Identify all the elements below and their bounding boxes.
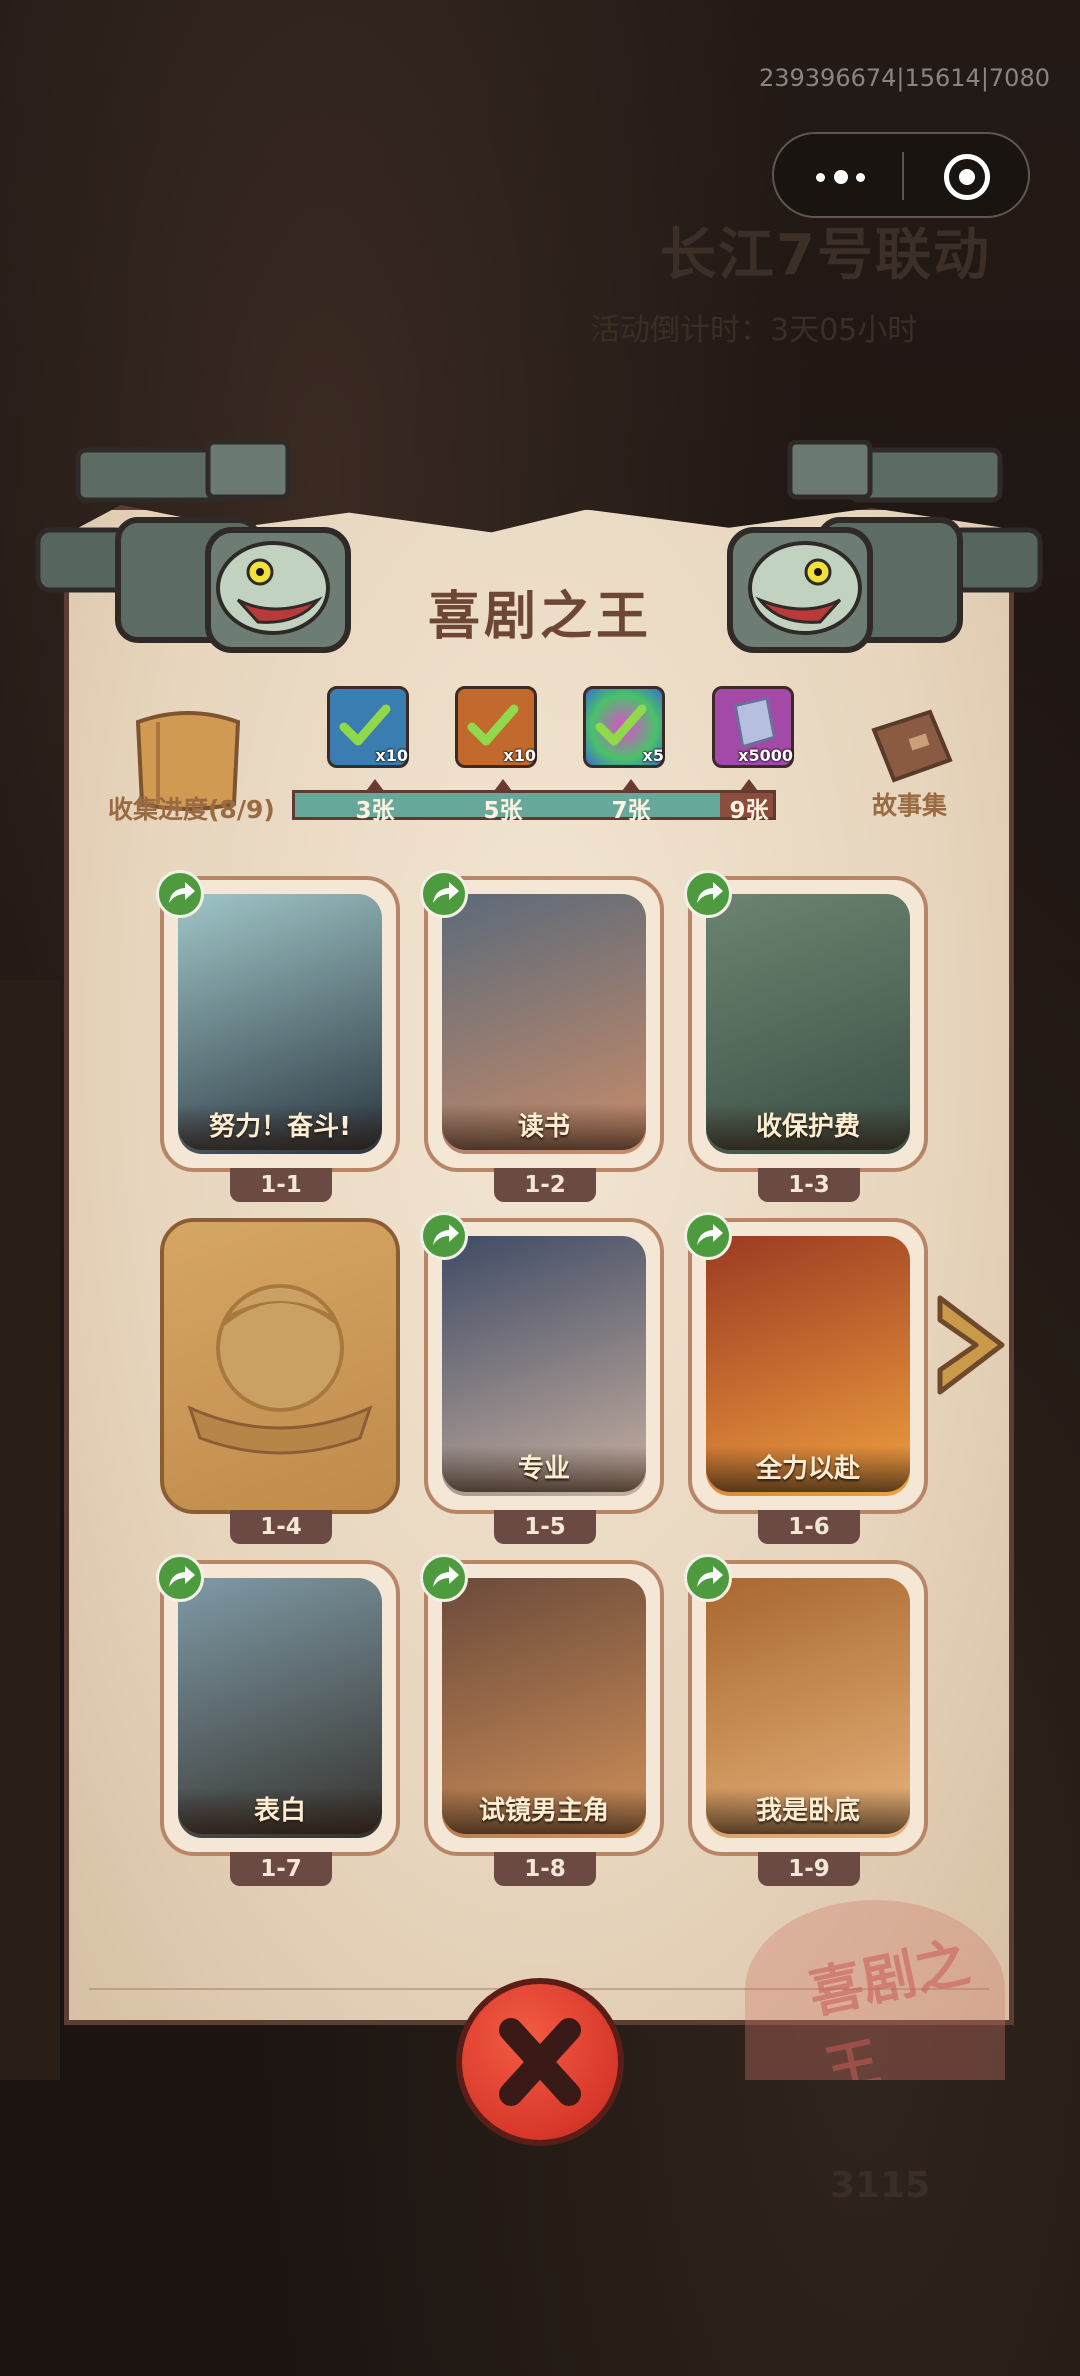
more-dots-icon[interactable]: [812, 158, 872, 194]
story-card[interactable]: 全力以赴 1-6: [684, 1212, 928, 1548]
card-number: 1-1: [230, 1168, 332, 1202]
story-card[interactable]: 读书 1-2: [420, 870, 664, 1206]
card-title: 读书: [442, 1104, 646, 1150]
story-card[interactable]: 我是卧底 1-9: [684, 1554, 928, 1890]
seal-stamp: 喜剧之王: [745, 1900, 1005, 2080]
card-number: 1-7: [230, 1852, 332, 1886]
story-book-icon[interactable]: [860, 700, 960, 800]
story-card[interactable]: 试镜男主角 1-8: [420, 1554, 664, 1890]
card-number: 1-5: [494, 1510, 596, 1544]
debug-id-text: 239396674|15614|7080: [758, 64, 1050, 92]
card-frame: 专业: [424, 1218, 664, 1514]
chevron-right-icon[interactable]: [932, 1290, 1012, 1400]
milestone-label: 7张: [611, 798, 651, 824]
reward-quantity: x10: [503, 746, 536, 765]
milestone-label: 5张: [483, 798, 523, 824]
card-frame: 读书: [424, 876, 664, 1172]
close-x-icon: [499, 2018, 581, 2106]
story-collection-label[interactable]: 故事集: [872, 786, 947, 822]
checkmark-icon: [467, 704, 519, 746]
miniprogram-capsule: [772, 132, 1030, 218]
card-number: 1-2: [494, 1168, 596, 1202]
card-number: 1-4: [230, 1510, 332, 1544]
milestone-label: 3张: [355, 798, 395, 824]
story-card[interactable]: 表白 1-7: [156, 1554, 400, 1890]
card-number: 1-6: [758, 1510, 860, 1544]
share-arrow-icon[interactable]: [684, 870, 732, 918]
share-arrow-icon[interactable]: [684, 1554, 732, 1602]
reward-crystal[interactable]: x5000: [712, 686, 794, 768]
milestone-marker: [494, 779, 512, 791]
card-number: 1-9: [758, 1852, 860, 1886]
card-title: 专业: [442, 1446, 646, 1492]
story-card[interactable]: 努力！奋斗! 1-1: [156, 870, 400, 1206]
reward-orange-chest[interactable]: x10: [455, 686, 537, 768]
card-number: 1-8: [494, 1852, 596, 1886]
story-card[interactable]: 专业 1-5: [420, 1212, 664, 1548]
milestone-marker: [366, 779, 384, 791]
share-arrow-icon[interactable]: [156, 1554, 204, 1602]
share-arrow-icon[interactable]: [420, 870, 468, 918]
story-card[interactable]: 收保护费 1-3: [684, 870, 928, 1206]
card-frame: [160, 1218, 400, 1514]
capsule-divider: [902, 152, 904, 200]
card-frame: 收保护费: [688, 876, 928, 1172]
share-arrow-icon[interactable]: [420, 1212, 468, 1260]
story-card[interactable]: 1-4: [160, 1218, 400, 1548]
card-title: 试镜男主角: [442, 1788, 646, 1834]
card-title: 努力！奋斗!: [178, 1104, 382, 1150]
checkmark-icon: [595, 704, 647, 746]
background-event-countdown: 活动倒计时：3天05小时: [590, 313, 918, 348]
card-title: 收保护费: [706, 1104, 910, 1150]
target-close-icon[interactable]: [944, 154, 990, 200]
card-title: 全力以赴: [706, 1446, 910, 1492]
collection-progress-label: 收集进度(8/9): [108, 795, 275, 824]
reward-quantity: x5000: [738, 746, 793, 765]
card-frame: 我是卧底: [688, 1560, 928, 1856]
dialog-title: 喜剧之王: [427, 586, 652, 647]
milestone-marker: [622, 779, 640, 791]
card-frame: 努力！奋斗!: [160, 876, 400, 1172]
collection-progress-bar: 3张 5张 7张 9张: [292, 779, 776, 824]
locked-card-silhouette-icon: [187, 1284, 373, 1455]
reward-blue-crate[interactable]: x10: [327, 686, 409, 768]
reward-quantity: x5: [642, 746, 664, 765]
card-frame: 试镜男主角: [424, 1560, 664, 1856]
milestone-marker: [740, 779, 758, 791]
card-frame: 全力以赴: [688, 1218, 928, 1514]
card-frame: 表白: [160, 1560, 400, 1856]
share-arrow-icon[interactable]: [684, 1212, 732, 1260]
card-title: 我是卧底: [706, 1788, 910, 1834]
seal-stamp-text: 喜剧之王: [803, 1930, 975, 2080]
share-arrow-icon[interactable]: [420, 1554, 468, 1602]
close-button[interactable]: [456, 1978, 624, 2146]
background-score: 3115: [830, 2165, 931, 2206]
background-event-title: 长江7号联动: [660, 223, 991, 288]
card-number: 1-3: [758, 1168, 860, 1202]
background-shelf: [0, 980, 60, 2080]
share-arrow-icon[interactable]: [156, 870, 204, 918]
card-title: 表白: [178, 1788, 382, 1834]
milestone-label: 9张: [729, 798, 769, 824]
reward-rainbow-orb[interactable]: x5: [583, 686, 665, 768]
reward-quantity: x10: [375, 746, 408, 765]
checkmark-icon: [339, 704, 391, 746]
